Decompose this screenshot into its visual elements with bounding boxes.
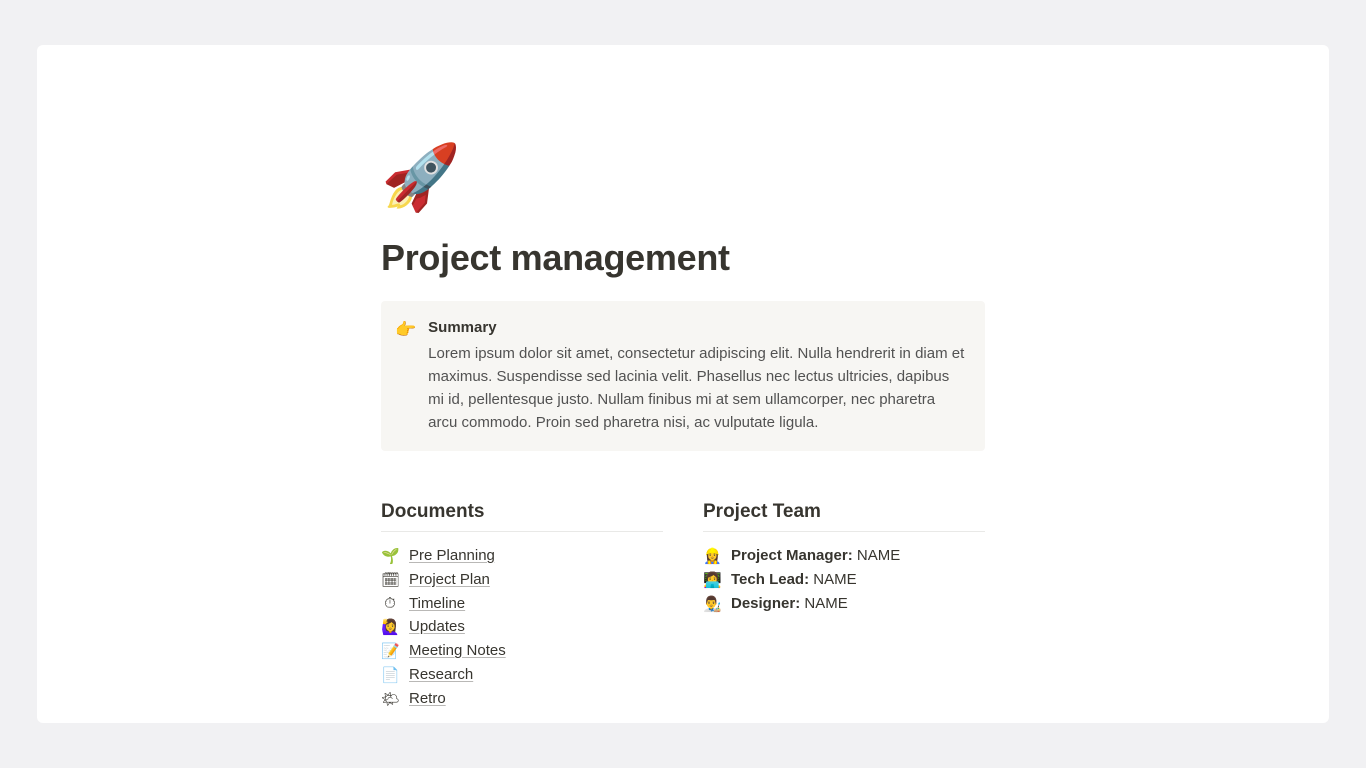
summary-callout: 👉 Summary Lorem ipsum dolor sit amet, co…	[381, 301, 985, 451]
doc-item-timeline[interactable]: ⏱ Timeline	[381, 592, 663, 615]
team-item-tech-lead: 👩‍💻 Tech Lead: NAME	[703, 568, 985, 592]
calendar-icon: 🗓	[381, 571, 399, 589]
memo-icon: 📝	[381, 642, 399, 660]
stopwatch-icon: ⏱	[381, 595, 399, 612]
team-item-text: Designer: NAME	[731, 595, 848, 612]
summary-text: Lorem ipsum dolor sit amet, consectetur …	[428, 342, 967, 435]
seedling-icon: 🌱	[381, 547, 399, 565]
columns: Documents 🌱 Pre Planning 🗓 Project Plan …	[381, 501, 985, 711]
artist-icon: 👨‍🎨	[703, 595, 721, 613]
doc-item-research[interactable]: 📄 Research	[381, 663, 663, 687]
doc-item-retro[interactable]: 🌤 Retro	[381, 687, 663, 711]
doc-label: Updates	[409, 618, 465, 635]
raising-hand-icon: 🙋‍♀️	[381, 618, 399, 636]
doc-item-updates[interactable]: 🙋‍♀️ Updates	[381, 615, 663, 639]
team-item-project-manager: 👷‍♀️ Project Manager: NAME	[703, 544, 985, 568]
doc-label: Project Plan	[409, 571, 490, 588]
team-item-text: Project Manager: NAME	[731, 547, 900, 564]
doc-item-project-plan[interactable]: 🗓 Project Plan	[381, 568, 663, 592]
doc-item-pre-planning[interactable]: 🌱 Pre Planning	[381, 544, 663, 568]
team-heading: Project Team	[703, 501, 985, 532]
pointing-right-icon: 👉	[395, 317, 416, 435]
doc-label: Pre Planning	[409, 547, 495, 564]
doc-label: Timeline	[409, 595, 465, 612]
team-item-text: Tech Lead: NAME	[731, 571, 857, 588]
doc-label: Retro	[409, 690, 446, 707]
team-role: Project Manager:	[731, 547, 853, 564]
construction-worker-icon: 👷‍♀️	[703, 547, 721, 565]
documents-heading: Documents	[381, 501, 663, 532]
documents-list: 🌱 Pre Planning 🗓 Project Plan ⏱ Timeline…	[381, 544, 663, 711]
team-name: NAME	[804, 595, 847, 612]
page-content: 🚀 Project management 👉 Summary Lorem ips…	[381, 145, 985, 711]
doc-label: Meeting Notes	[409, 642, 506, 659]
team-column: Project Team 👷‍♀️ Project Manager: NAME …	[703, 501, 985, 711]
team-name: NAME	[813, 571, 856, 588]
documents-column: Documents 🌱 Pre Planning 🗓 Project Plan …	[381, 501, 663, 711]
team-role: Designer:	[731, 595, 800, 612]
page-container: 🚀 Project management 👉 Summary Lorem ips…	[37, 45, 1329, 723]
summary-body: Summary Lorem ipsum dolor sit amet, cons…	[428, 317, 967, 435]
team-name: NAME	[857, 547, 900, 564]
team-item-designer: 👨‍🎨 Designer: NAME	[703, 592, 985, 616]
team-list: 👷‍♀️ Project Manager: NAME 👩‍💻 Tech Lead…	[703, 544, 985, 616]
doc-item-meeting-notes[interactable]: 📝 Meeting Notes	[381, 639, 663, 663]
page-title[interactable]: Project management	[381, 237, 985, 279]
sun-cloud-icon: 🌤	[381, 690, 399, 708]
technologist-icon: 👩‍💻	[703, 571, 721, 589]
doc-label: Research	[409, 666, 473, 683]
team-role: Tech Lead:	[731, 571, 809, 588]
summary-heading: Summary	[428, 317, 967, 340]
page-icon[interactable]: 🚀	[381, 145, 461, 209]
page-icon: 📄	[381, 666, 399, 684]
